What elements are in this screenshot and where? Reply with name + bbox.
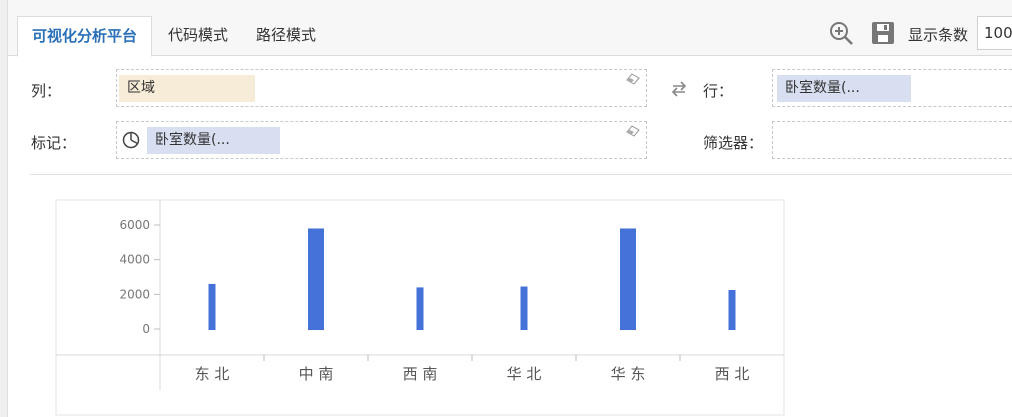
tab-visual-analysis[interactable]: 可视化分析平台 bbox=[17, 16, 153, 57]
x-ticks: 东 北中 南西 南华 北华 东西 北 bbox=[195, 355, 750, 383]
bar bbox=[208, 283, 216, 330]
rows-shelf[interactable]: 卧室数量(... bbox=[772, 69, 1012, 107]
marks-shelf[interactable]: 卧室数量(... bbox=[116, 121, 647, 159]
columns-pill[interactable]: 区域 bbox=[119, 75, 255, 102]
count-label: 显示条数 bbox=[908, 26, 969, 44]
rows-label: 行： bbox=[703, 82, 734, 100]
bar bbox=[308, 228, 324, 330]
y-ticks: 0 2000 4000 6000 bbox=[119, 218, 160, 336]
bar bbox=[620, 228, 636, 330]
bar bbox=[520, 286, 528, 330]
rows-pill[interactable]: 卧室数量(... bbox=[777, 75, 911, 102]
y-tick-label: 6000 bbox=[119, 218, 150, 232]
tab-code-mode[interactable]: 代码模式 bbox=[154, 16, 242, 56]
eraser-icon[interactable] bbox=[626, 73, 640, 85]
zoom-in-icon[interactable] bbox=[828, 20, 854, 46]
count-input[interactable] bbox=[977, 16, 1012, 50]
y-tick-label: 4000 bbox=[119, 253, 150, 267]
columns-shelf[interactable]: 区域 bbox=[116, 69, 647, 107]
columns-label: 列： bbox=[31, 82, 62, 100]
x-tick-label: 西 北 bbox=[715, 365, 750, 383]
eraser-icon[interactable] bbox=[626, 125, 640, 137]
divider bbox=[30, 174, 1012, 175]
tab-bar: 可视化分析平台 代码模式 路径模式 bbox=[8, 0, 1012, 57]
bars bbox=[208, 228, 736, 330]
y-tick-label: 2000 bbox=[119, 287, 150, 301]
x-tick-label: 西 南 bbox=[403, 365, 438, 383]
bar bbox=[416, 287, 424, 330]
tab-path-mode[interactable]: 路径模式 bbox=[242, 16, 330, 56]
save-icon[interactable] bbox=[870, 20, 896, 46]
swap-icon[interactable] bbox=[669, 80, 689, 98]
pie-chart-icon[interactable] bbox=[122, 131, 140, 149]
marks-label: 标记： bbox=[31, 134, 77, 152]
filters-shelf[interactable] bbox=[772, 121, 1012, 159]
x-tick-label: 华 北 bbox=[507, 365, 542, 383]
bar bbox=[728, 290, 736, 330]
x-tick-label: 华 东 bbox=[611, 365, 646, 383]
bar-chart: 0 2000 4000 6000 东 北 中 南 西 南 华 北 华 东 西 北 bbox=[55, 199, 785, 416]
y-tick-label: 0 bbox=[142, 322, 150, 336]
x-tick-label: 东 北 bbox=[195, 365, 230, 383]
marks-pill[interactable]: 卧室数量(... bbox=[147, 127, 280, 154]
x-tick-label: 中 南 bbox=[299, 365, 334, 383]
filters-label: 筛选器： bbox=[703, 134, 764, 152]
